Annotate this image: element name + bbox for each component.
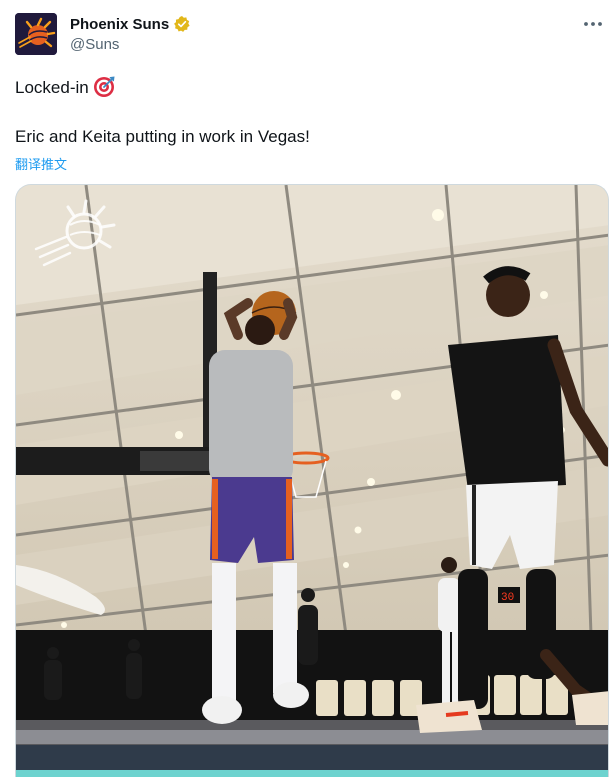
profile-avatar[interactable] xyxy=(15,13,57,55)
translate-tweet-link[interactable]: 翻译推文 xyxy=(15,154,67,173)
author-display-name[interactable]: Phoenix Suns xyxy=(70,16,169,33)
scoreboard-digits: 30 xyxy=(501,592,514,604)
tweet-card: Phoenix Suns @Suns Locked-in Eric and Ke… xyxy=(0,0,609,777)
more-options-icon[interactable] xyxy=(582,14,604,34)
tweet-text-line-2: Eric and Keita putting in work in Vegas! xyxy=(15,127,310,146)
verified-badge-icon[interactable] xyxy=(173,15,191,33)
tweet-text-locked-in: Locked-in xyxy=(15,78,89,97)
suns-logo-watermark-icon xyxy=(30,197,122,275)
suns-logo-icon xyxy=(15,13,57,55)
direct-hit-target-icon xyxy=(93,76,115,98)
tweet-text-line-1: Locked-in xyxy=(15,76,115,98)
tweet-media-video[interactable]: 30 xyxy=(15,184,609,777)
author-name-row: Phoenix Suns xyxy=(70,14,191,34)
author-handle[interactable]: @Suns xyxy=(70,36,119,53)
